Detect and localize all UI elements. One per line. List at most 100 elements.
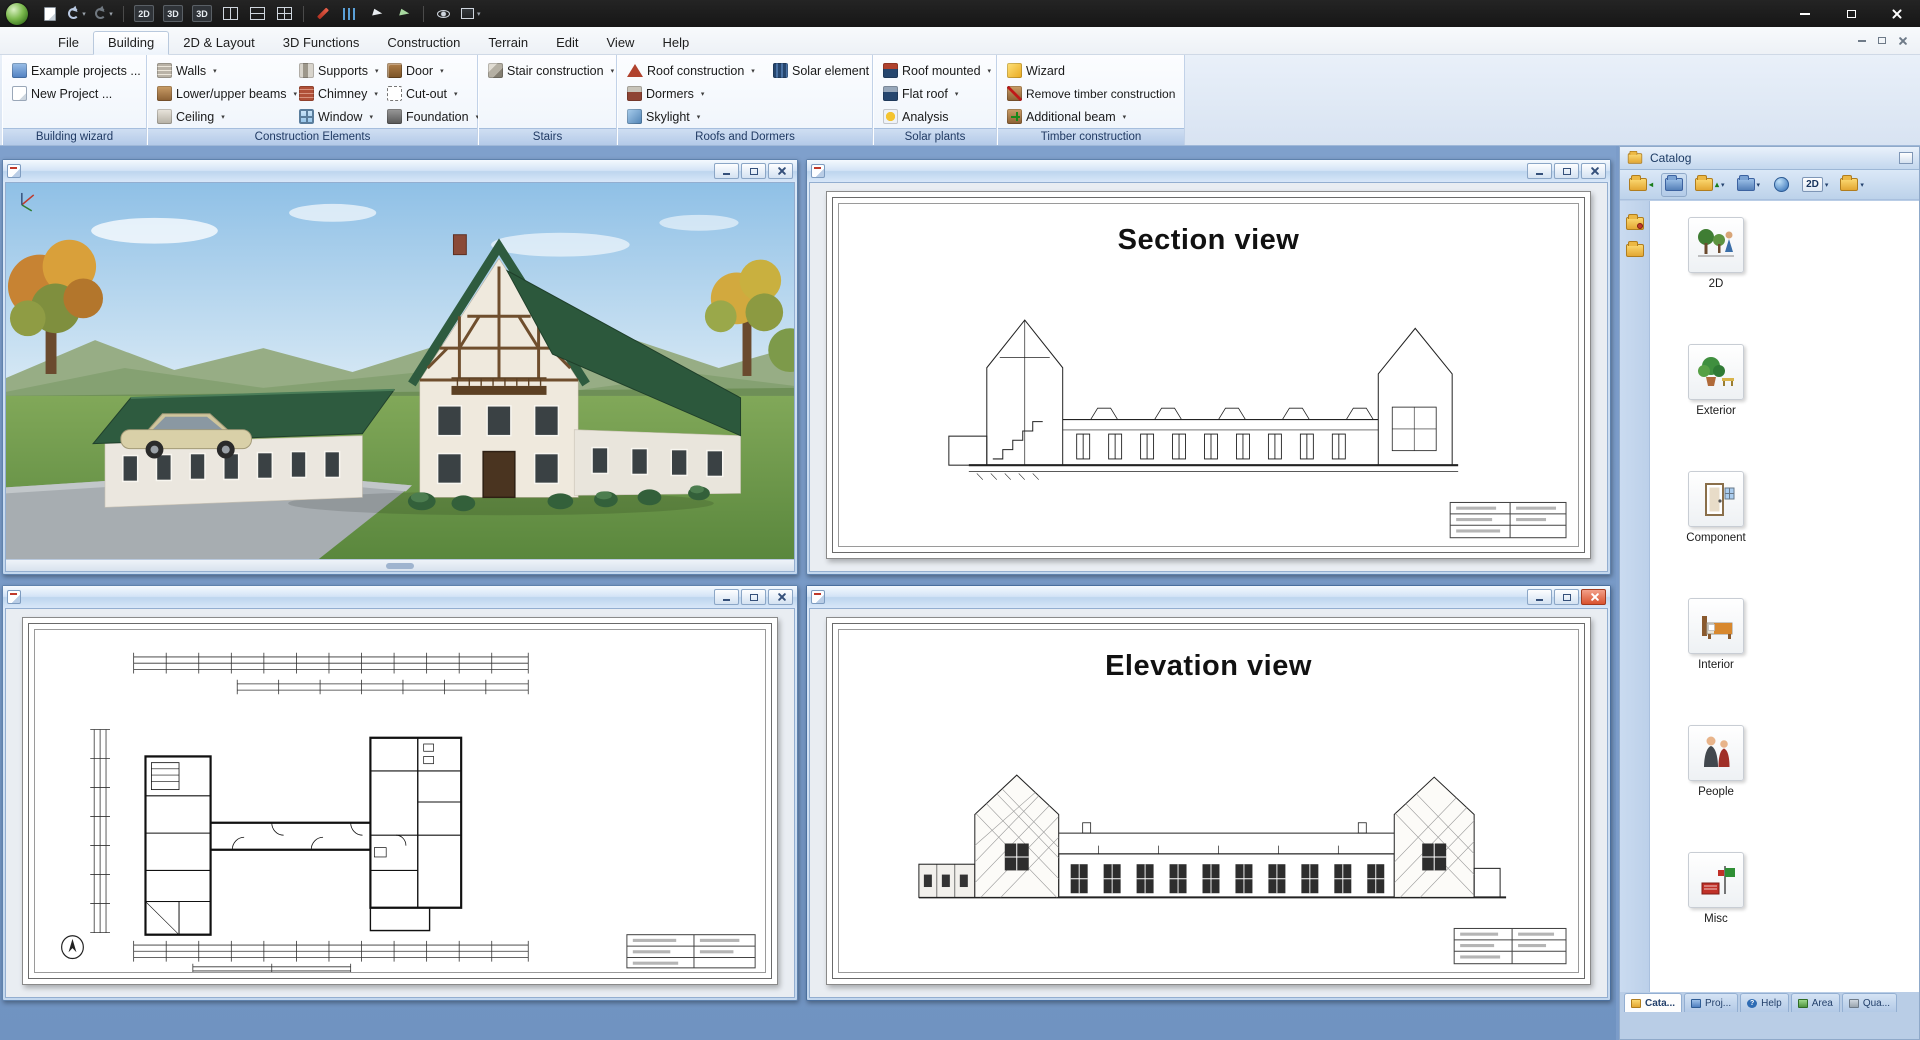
additional-beam-button[interactable]: Additional beam bbox=[1004, 105, 1180, 128]
window-maximize-button[interactable] bbox=[1554, 589, 1579, 605]
catalog-item-interior[interactable]: Interior bbox=[1664, 598, 1768, 671]
mdi-restore-icon[interactable] bbox=[1878, 37, 1886, 44]
window-close-button[interactable] bbox=[1581, 589, 1606, 605]
edit-pen-button[interactable] bbox=[311, 3, 335, 24]
hatch-pattern-button[interactable] bbox=[338, 3, 362, 24]
options-icon bbox=[461, 8, 474, 19]
minimize-button[interactable] bbox=[1782, 0, 1828, 27]
open-catalog-button[interactable] bbox=[1661, 173, 1687, 197]
catalog-thumb-component bbox=[1688, 471, 1744, 527]
catalog-item-2d[interactable]: 2D bbox=[1664, 217, 1768, 290]
catalog-item-exterior[interactable]: Exterior bbox=[1664, 344, 1768, 417]
stair-construction-button[interactable]: Stair construction bbox=[485, 59, 612, 82]
maximize-button[interactable] bbox=[1828, 0, 1874, 27]
window-section-titlebar[interactable] bbox=[807, 160, 1610, 182]
folder-options-button[interactable]: ▾ bbox=[1836, 173, 1868, 197]
new-document-button[interactable] bbox=[38, 3, 62, 24]
select-button[interactable] bbox=[365, 3, 389, 24]
view-3d-window-button[interactable]: 3D bbox=[189, 3, 215, 24]
select-add-button[interactable] bbox=[392, 3, 416, 24]
menu-tab-file[interactable]: File bbox=[44, 32, 93, 54]
menu-tab-building[interactable]: Building bbox=[93, 31, 169, 55]
view-2d-button[interactable]: 2D bbox=[131, 3, 157, 24]
cut-out-button[interactable]: Cut-out bbox=[384, 82, 485, 105]
ceiling-button[interactable]: Ceiling bbox=[154, 105, 296, 128]
analysis-button[interactable]: Analysis bbox=[880, 105, 992, 128]
window-minimize-button[interactable] bbox=[1527, 163, 1552, 179]
floor-plan-canvas[interactable] bbox=[5, 608, 795, 998]
window-plan-titlebar[interactable] bbox=[3, 586, 797, 608]
window-close-button[interactable] bbox=[1581, 163, 1606, 179]
window-3d-titlebar[interactable] bbox=[3, 160, 797, 182]
horizontal-scrollbar[interactable] bbox=[6, 559, 794, 571]
section-view-canvas[interactable]: Section view bbox=[809, 182, 1608, 572]
viewport-quad-button[interactable] bbox=[272, 3, 296, 24]
supports-button[interactable]: Supports bbox=[296, 59, 384, 82]
window-minimize-button[interactable] bbox=[714, 589, 739, 605]
import-catalog-button[interactable]: ▾ bbox=[1733, 173, 1765, 197]
catalog-item-component[interactable]: Component bbox=[1664, 471, 1768, 544]
roof-construction-button[interactable]: Roof construction bbox=[624, 59, 770, 82]
tab-catalog[interactable]: Cata... bbox=[1624, 993, 1682, 1012]
mdi-close-icon[interactable] bbox=[1898, 37, 1906, 45]
new-catalog-button[interactable]: ▴▾ bbox=[1691, 173, 1729, 197]
solar-element-button[interactable]: Solar element bbox=[770, 59, 868, 82]
web-catalog-button[interactable] bbox=[1768, 173, 1794, 197]
filter-2d-button[interactable]: 2D▾ bbox=[1798, 173, 1832, 197]
menu-tab-edit[interactable]: Edit bbox=[542, 32, 592, 54]
foundation-button[interactable]: Foundation bbox=[384, 105, 485, 128]
view-3d-button[interactable]: 3D bbox=[160, 3, 186, 24]
menu-tab-view[interactable]: View bbox=[593, 32, 649, 54]
3d-render-canvas[interactable] bbox=[5, 182, 795, 572]
door-button[interactable]: Door bbox=[384, 59, 485, 82]
roof-mounted-button[interactable]: Roof mounted bbox=[880, 59, 992, 82]
close-button[interactable] bbox=[1874, 0, 1920, 27]
window-minimize-button[interactable] bbox=[1527, 589, 1552, 605]
mdi-minimize-icon[interactable] bbox=[1858, 40, 1866, 42]
lower-upper-beams-button[interactable]: Lower/upper beams bbox=[154, 82, 296, 105]
undo-button[interactable] bbox=[65, 3, 89, 24]
window-maximize-button[interactable] bbox=[741, 163, 766, 179]
window-close-button[interactable] bbox=[768, 163, 793, 179]
window-elevation-titlebar[interactable] bbox=[807, 586, 1610, 608]
walls-button[interactable]: Walls bbox=[154, 59, 296, 82]
scrollbar-handle[interactable] bbox=[386, 563, 414, 569]
project-catalog-folder[interactable] bbox=[1626, 217, 1644, 230]
catalog-item-people[interactable]: People bbox=[1664, 725, 1768, 798]
catalog-header[interactable]: Catalog bbox=[1620, 147, 1919, 170]
example-projects-button[interactable]: Example projects ... bbox=[9, 59, 140, 82]
elevation-view-canvas[interactable]: Elevation view bbox=[809, 608, 1608, 998]
remove-timber-construction-button[interactable]: Remove timber construction bbox=[1004, 82, 1180, 105]
catalog-back-button[interactable]: ◂ bbox=[1625, 173, 1657, 197]
skylight-button[interactable]: Skylight bbox=[624, 105, 770, 128]
app-logo-icon[interactable] bbox=[6, 3, 28, 25]
catalog-thumb-2d bbox=[1688, 217, 1744, 273]
chimney-button[interactable]: Chimney bbox=[296, 82, 384, 105]
redo-button[interactable] bbox=[92, 3, 116, 24]
tab-area[interactable]: Area bbox=[1791, 993, 1840, 1012]
window-maximize-button[interactable] bbox=[741, 589, 766, 605]
menu-tab-3d-functions[interactable]: 3D Functions bbox=[269, 32, 374, 54]
viewport-vertical-split-button[interactable] bbox=[218, 3, 242, 24]
viewport-horizontal-split-button[interactable] bbox=[245, 3, 269, 24]
tab-project[interactable]: Proj... bbox=[1684, 993, 1738, 1012]
panel-float-button[interactable] bbox=[1899, 152, 1913, 164]
window-maximize-button[interactable] bbox=[1554, 163, 1579, 179]
tab-help[interactable]: Help bbox=[1740, 993, 1789, 1012]
menu-tab-help[interactable]: Help bbox=[648, 32, 703, 54]
menu-tab-terrain[interactable]: Terrain bbox=[474, 32, 542, 54]
window-button[interactable]: Window bbox=[296, 105, 384, 128]
catalog-item-misc[interactable]: Misc bbox=[1664, 852, 1768, 925]
dormers-button[interactable]: Dormers bbox=[624, 82, 770, 105]
timber-wizard-button[interactable]: Wizard bbox=[1004, 59, 1180, 82]
standard-catalog-folder[interactable] bbox=[1626, 244, 1644, 257]
window-minimize-button[interactable] bbox=[714, 163, 739, 179]
window-close-button[interactable] bbox=[768, 589, 793, 605]
flat-roof-button[interactable]: Flat roof bbox=[880, 82, 992, 105]
new-project-button[interactable]: New Project ... bbox=[9, 82, 140, 105]
options-dropdown-button[interactable] bbox=[458, 3, 484, 24]
tab-quantities[interactable]: Qua... bbox=[1842, 993, 1897, 1012]
visibility-button[interactable] bbox=[431, 3, 455, 24]
menu-tab-construction[interactable]: Construction bbox=[373, 32, 474, 54]
menu-tab-2d-layout[interactable]: 2D & Layout bbox=[169, 32, 269, 54]
